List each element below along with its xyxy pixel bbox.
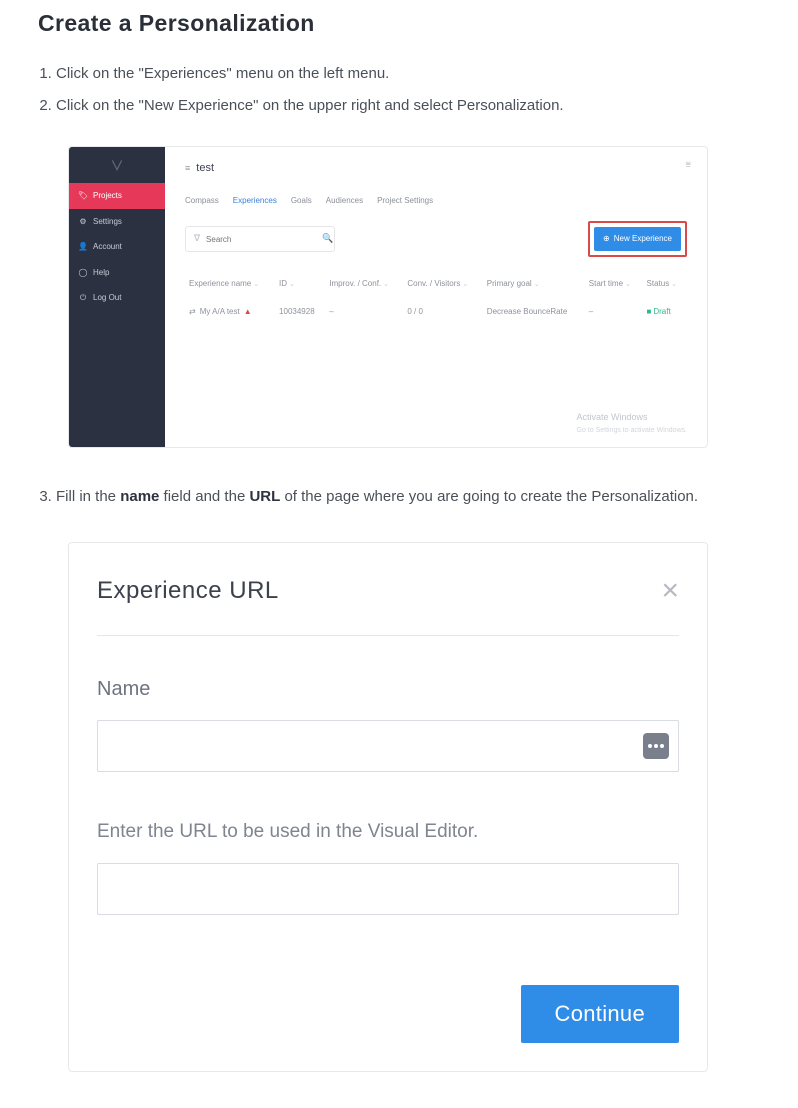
cell-id: 10034928 [275, 299, 325, 325]
sidebar-item-help[interactable]: ◯ Help [69, 260, 165, 286]
page-title: Create a Personalization [38, 10, 768, 37]
step-2-text: Click on the "New Experience" on the upp… [56, 97, 564, 114]
screenshot-experiences: 🏷 Projects ⚙ Settings 👤 Account ◯ Help [68, 146, 708, 448]
breadcrumb-title: test [196, 159, 214, 178]
sidebar-item-label: Help [93, 266, 109, 280]
sidebar-item-label: Log Out [93, 291, 121, 305]
col-goal[interactable]: Primary goal⌄ [483, 273, 585, 299]
col-status[interactable]: Status⌄ [643, 273, 687, 299]
tab-goals[interactable]: Goals [291, 194, 312, 208]
tab-project-settings[interactable]: Project Settings [377, 194, 433, 208]
breadcrumb: ≡ test [185, 159, 687, 178]
step-3-url-word: URL [249, 488, 280, 505]
tab-experiences[interactable]: Experiences [233, 194, 277, 208]
new-experience-button[interactable]: ⊕ New Experience [594, 227, 681, 251]
activate-windows-watermark: Activate Windows Go to Settings to activ… [577, 410, 688, 437]
experience-url-modal: Experience URL × Name Enter the URL to b… [68, 542, 708, 1072]
col-start[interactable]: Start time⌄ [585, 273, 643, 299]
new-experience-label: New Experience [614, 232, 672, 246]
sidebar-item-label: Account [93, 240, 122, 254]
user-icon: 👤 [79, 240, 87, 254]
sidebar: 🏷 Projects ⚙ Settings 👤 Account ◯ Help [69, 147, 165, 447]
experiment-icon: ⇄ [189, 305, 196, 319]
activate-title: Activate Windows [577, 410, 688, 425]
power-icon: ⏻ [79, 291, 87, 305]
cell-improv: – [325, 299, 403, 325]
cell-name: My A/A test [200, 305, 240, 319]
cell-conv: 0 / 0 [403, 299, 482, 325]
url-input[interactable] [97, 863, 679, 915]
tabs: Compass Experiences Goals Audiences Proj… [185, 194, 687, 208]
search-box[interactable]: ∇ 🔍 [185, 226, 335, 251]
cell-status: ■Draft [643, 299, 687, 325]
experiences-table: Experience name⌄ ID⌄ Improv. / Conf.⌄ Co… [185, 273, 687, 324]
cell-goal: Decrease BounceRate [483, 299, 585, 325]
tab-audiences[interactable]: Audiences [326, 194, 363, 208]
step-1-text: Click on the "Experiences" menu on the l… [56, 65, 389, 82]
col-id[interactable]: ID⌄ [275, 273, 325, 299]
close-icon[interactable]: × [661, 576, 679, 606]
col-improv[interactable]: Improv. / Conf.⌄ [325, 273, 403, 299]
main-panel: ⩸ ≡ test Compass Experiences Goals Audie… [165, 147, 707, 447]
sliders-icon: ⚙ [79, 215, 87, 229]
filter-icon: ∇ [194, 231, 200, 246]
name-label: Name [97, 672, 679, 706]
menu-icon[interactable]: ≡ [185, 161, 190, 176]
col-name[interactable]: Experience name⌄ [185, 273, 275, 299]
logo [69, 147, 165, 183]
warning-icon: ▲ [244, 305, 252, 319]
step-3-text-c: of the page where you are going to creat… [280, 488, 698, 505]
step-1: Click on the "Experiences" menu on the l… [56, 61, 768, 87]
modal-title: Experience URL [97, 571, 279, 612]
step-3-text-b: field and the [159, 488, 249, 505]
col-conv[interactable]: Conv. / Visitors⌄ [403, 273, 482, 299]
tag-icon: 🏷 [79, 189, 87, 203]
sidebar-item-logout[interactable]: ⏻ Log Out [69, 285, 165, 311]
search-input[interactable] [206, 235, 316, 244]
step-3: Fill in the name field and the URL of th… [56, 484, 768, 1072]
plus-icon: ⊕ [603, 232, 610, 246]
more-options-icon[interactable] [643, 733, 669, 759]
sidebar-item-label: Settings [93, 215, 122, 229]
continue-button[interactable]: Continue [521, 985, 679, 1043]
steps-list: Click on the "Experiences" menu on the l… [38, 61, 768, 1072]
table-row[interactable]: ⇄ My A/A test ▲ 10034928 – 0 / 0 Decrease … [185, 299, 687, 325]
sidebar-item-projects[interactable]: 🏷 Projects [69, 183, 165, 209]
user-menu-icon[interactable]: ⩸ [686, 157, 691, 172]
help-icon: ◯ [79, 266, 87, 280]
search-icon: 🔍 [322, 231, 333, 246]
url-hint: Enter the URL to be used in the Visual E… [97, 816, 679, 848]
step-3-text-a: Fill in the [56, 488, 120, 505]
new-experience-highlight: ⊕ New Experience [588, 221, 687, 257]
sidebar-item-label: Projects [93, 189, 122, 203]
sidebar-item-account[interactable]: 👤 Account [69, 234, 165, 260]
sidebar-item-settings[interactable]: ⚙ Settings [69, 209, 165, 235]
step-2: Click on the "New Experience" on the upp… [56, 93, 768, 449]
cell-start: – [585, 299, 643, 325]
name-input[interactable] [97, 720, 679, 772]
step-3-name-word: name [120, 488, 159, 505]
activate-sub: Go to Settings to activate Windows. [577, 425, 688, 437]
tab-compass[interactable]: Compass [185, 194, 219, 208]
